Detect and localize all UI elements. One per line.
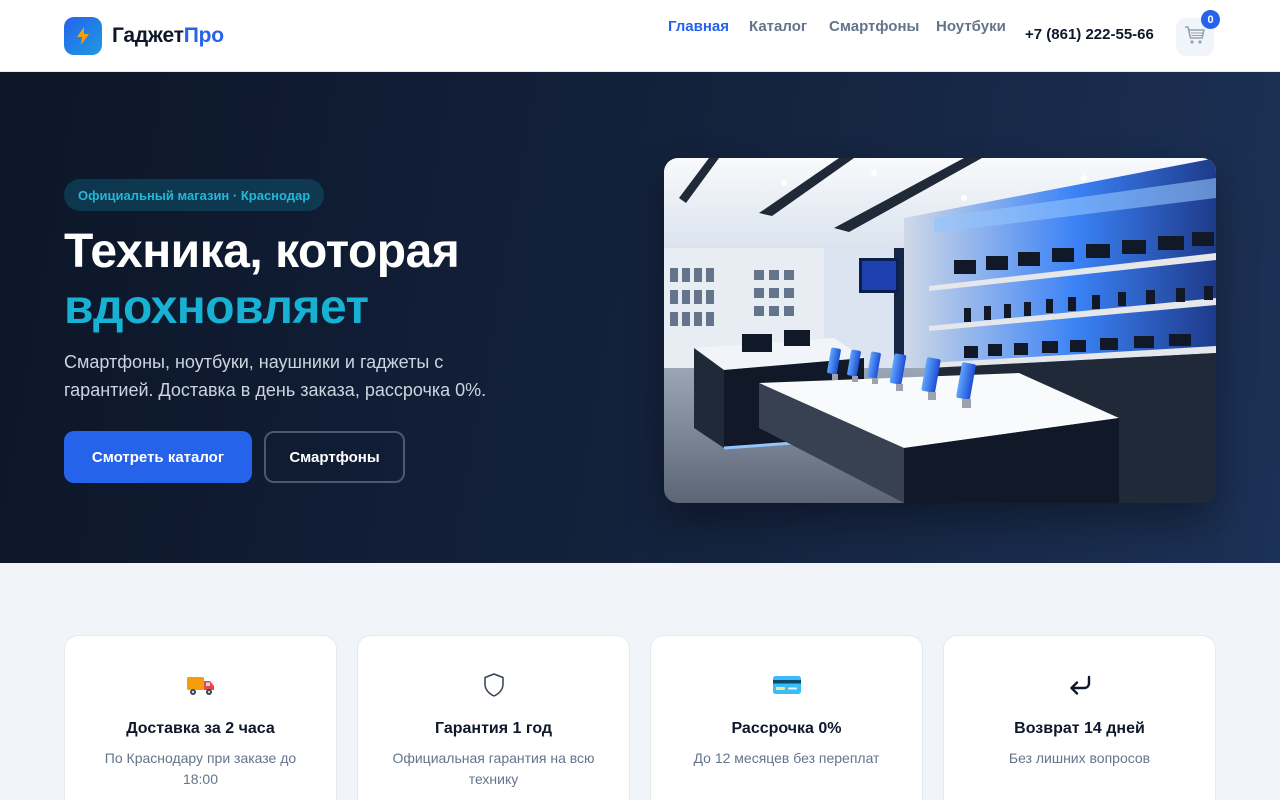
credit-card-icon [651,668,922,702]
feature-description: По Краснодару при заказе до 18:00 [104,750,297,787]
hero-subtitle: Смартфоны, ноутбуки, наушники и гаджеты … [64,352,487,400]
site-header: ГаджетПро Главная Каталог Смартфоны Ноут… [0,0,1280,72]
feature-title: Возврат 14 дней [1014,720,1145,737]
feature-card-return: Возврат 14 дней Без лишних вопросов [943,635,1216,800]
feature-card-installment: Рассрочка 0% До 12 месяцев без переплат [650,635,923,800]
feature-card-warranty: Гарантия 1 год Официальная гарантия на в… [357,635,630,800]
return-arrow-icon [944,668,1215,702]
feature-title: Рассрочка 0% [731,720,842,737]
nav-laptops[interactable]: Ноутбуки [936,18,1006,35]
hero-section: Официальный магазин · Краснодар Техника,… [0,72,1280,563]
store-badge: Официальный магазин · Краснодар [64,179,325,211]
cart-icon [1184,25,1206,50]
feature-description: До 12 месяцев без переплат [693,750,880,766]
store-interior-image [664,158,1216,503]
brand-logo[interactable]: ГаджетПро [64,17,224,55]
nav-smartphones[interactable]: Смартфоны [829,18,919,35]
smartphones-button[interactable]: Смартфоны [264,431,405,483]
hero-title: Техника, которая вдохновляет [64,225,460,334]
nav-catalog[interactable]: Каталог [749,18,807,35]
nav-home[interactable]: Главная [668,18,729,35]
feature-description: Без лишних вопросов [1008,750,1151,766]
feature-title: Гарантия 1 год [434,720,553,737]
feature-description: Официальная гарантия на всю технику [392,750,595,787]
cart-count-badge: 0 [1201,10,1220,29]
feature-title: Доставка за 2 часа [126,720,275,737]
view-catalog-button[interactable]: Смотреть каталог [64,431,252,483]
lightning-icon [64,17,102,55]
shield-icon [358,668,629,702]
brand-name: ГаджетПро [112,24,224,47]
delivery-truck-icon [65,668,336,702]
phone-link[interactable]: +7 (861) 222-55-66 [1025,26,1154,43]
feature-card-delivery: Доставка за 2 часа По Краснодару при зак… [64,635,337,800]
